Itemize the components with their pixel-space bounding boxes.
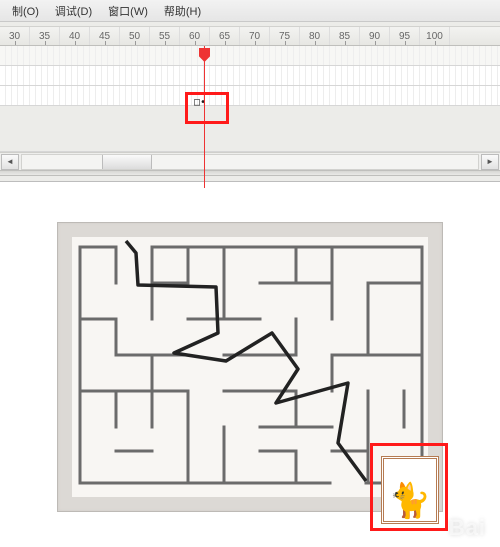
scroll-thumb[interactable] xyxy=(102,155,152,169)
blank-area xyxy=(0,182,500,222)
stage-area: 🐈 xyxy=(0,222,500,512)
timeline-layer-row[interactable] xyxy=(0,46,500,66)
maze-image: 🐈 xyxy=(57,222,443,512)
timeline-playhead-line xyxy=(204,46,205,188)
menu-item-debug[interactable]: 调试(D) xyxy=(47,3,100,19)
menu-item-control[interactable]: 制(O) xyxy=(4,3,47,19)
ruler-tick: 85 xyxy=(330,27,360,45)
ruler-tick: 75 xyxy=(270,27,300,45)
scroll-left-button[interactable]: ◄ xyxy=(1,154,19,170)
timeline-empty-area xyxy=(0,106,500,152)
ruler-tick: 80 xyxy=(300,27,330,45)
ruler-tick: 60 xyxy=(180,27,210,45)
scroll-right-button[interactable]: ► xyxy=(481,154,499,170)
ruler-tick: 45 xyxy=(90,27,120,45)
ruler-tick: 100 xyxy=(420,27,450,45)
watermark: Bai xyxy=(449,515,486,541)
menu-item-help[interactable]: 帮助(H) xyxy=(156,3,209,19)
timeline-layer-row[interactable] xyxy=(0,66,500,86)
ruler-tick: 40 xyxy=(60,27,90,45)
menu-item-window[interactable]: 窗口(W) xyxy=(100,3,156,19)
ruler-tick: 65 xyxy=(210,27,240,45)
ruler-tick: 30 xyxy=(0,27,30,45)
timeline-tracks[interactable]: □• xyxy=(0,46,500,152)
timeline-panel: 30 35 40 45 50 55 60 65 70 75 80 85 90 9… xyxy=(0,22,500,182)
ruler-tick: 70 xyxy=(240,27,270,45)
timeline-layer-row[interactable] xyxy=(0,86,500,106)
timeline-ruler[interactable]: 30 35 40 45 50 55 60 65 70 75 80 85 90 9… xyxy=(0,26,500,46)
ruler-tick: 90 xyxy=(360,27,390,45)
timeline-scrollbar: ◄ ► xyxy=(0,152,500,170)
ruler-tick: 55 xyxy=(150,27,180,45)
menu-bar: 制(O) 调试(D) 窗口(W) 帮助(H) xyxy=(0,0,500,22)
ruler-tick: 50 xyxy=(120,27,150,45)
scroll-track[interactable] xyxy=(21,154,479,170)
panel-separator xyxy=(0,170,500,176)
ruler-tick: 95 xyxy=(390,27,420,45)
cat-sprite[interactable]: 🐈 xyxy=(381,456,439,524)
ruler-tick: 35 xyxy=(30,27,60,45)
annotation-highlight-cat: 🐈 xyxy=(370,443,448,531)
cat-icon: 🐈 xyxy=(389,481,431,521)
